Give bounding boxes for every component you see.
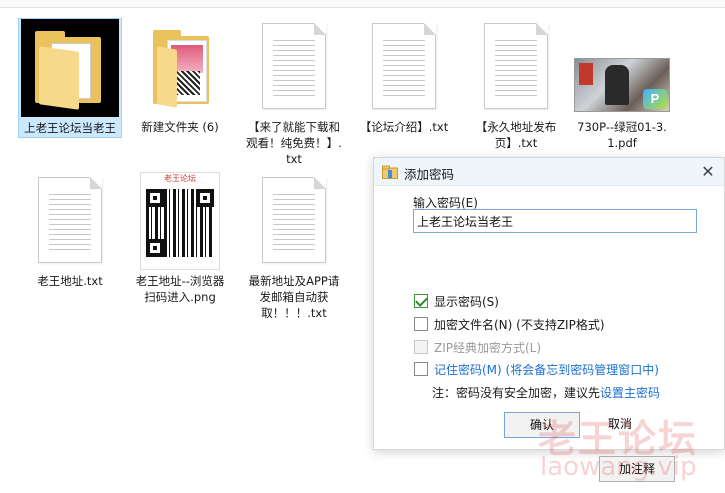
file-item-txt-intro[interactable]: 【论坛介绍】.txt [352, 18, 456, 136]
encrypt-filenames-checkbox[interactable]: 加密文件名(N) (不支持ZIP格式) [414, 315, 605, 333]
file-item-txt-free[interactable]: 【来了就能下载和观看！纯免费！】.txt [242, 18, 346, 168]
file-item-png-qr[interactable]: 老王论坛 老王地址--浏览器扫码进入.png [128, 172, 232, 306]
file-item-folder-laowang[interactable]: 上老王论坛当老王 [18, 18, 122, 138]
pdf-app-icon: P [643, 89, 667, 109]
file-name: 【永久地址发布页】.txt [475, 120, 557, 150]
dialog-title-bar: 添加密码 ✕ [374, 158, 724, 186]
qr-code-icon [146, 189, 214, 257]
file-name: 老王地址--浏览器扫码进入.png [135, 274, 225, 304]
watermark-url: laowang.vip [540, 452, 697, 482]
close-icon[interactable]: ✕ [698, 162, 718, 182]
qr-code-thumbnail: 老王论坛 [128, 172, 232, 272]
checkbox-icon [414, 317, 428, 331]
password-input[interactable] [413, 209, 697, 233]
text-file-icon [242, 18, 346, 118]
qr-header-text: 老王论坛 [164, 174, 196, 183]
checkbox-icon [414, 362, 428, 376]
note-text: 注：密码没有安全加密，建议先 [432, 386, 601, 400]
file-name: 【来了就能下载和观看！纯免费！】.txt [246, 120, 342, 166]
folder-icon [19, 19, 121, 119]
add-password-dialog: 添加密码 ✕ 输入密码(E) 显示密码(S) 加密文件名(N) (不支持ZIP格… [373, 157, 725, 450]
file-name: 老王地址.txt [37, 274, 103, 288]
remember-password-checkbox[interactable]: 记住密码(M) (将会备忘到密码管理窗口中) [414, 360, 659, 378]
file-item-txt-address-page[interactable]: 【永久地址发布页】.txt [464, 18, 568, 152]
checkbox-label: ZIP经典加密方式(L) [434, 340, 542, 355]
file-name: 【论坛介绍】.txt [359, 120, 449, 134]
folder-icon [128, 18, 232, 118]
checkbox-label: 记住密码(M) (将会备忘到密码管理窗口中) [434, 362, 659, 377]
show-password-checkbox[interactable]: 显示密码(S) [414, 292, 499, 310]
pdf-thumbnail: P [570, 58, 674, 118]
set-master-password-link[interactable]: 设置主密码 [600, 386, 660, 400]
file-item-txt-laowang-address[interactable]: 老王地址.txt [18, 172, 122, 290]
archive-icon [382, 165, 398, 179]
window-top-edge [0, 0, 725, 8]
security-note: 注：密码没有安全加密，建议先设置主密码 [432, 384, 660, 401]
file-name: 新建文件夹 (6) [141, 120, 219, 134]
checkbox-label: 加密文件名(N) (不支持ZIP格式) [434, 317, 605, 332]
file-item-pdf[interactable]: P 730P--绿冠01-3.1.pdf [570, 58, 674, 152]
checkbox-icon [414, 340, 428, 354]
checkbox-checked-icon [414, 294, 428, 308]
text-file-icon [18, 172, 122, 272]
text-file-icon [464, 18, 568, 118]
checkbox-label: 显示密码(S) [434, 294, 499, 309]
file-item-folder-new[interactable]: 新建文件夹 (6) [128, 18, 232, 136]
file-name: 730P--绿冠01-3.1.pdf [577, 120, 667, 150]
dialog-title: 添加密码 [404, 167, 455, 182]
file-name: 上老王论坛当老王 [24, 121, 116, 135]
file-name: 最新地址及APP请发邮箱自动获取！！！.txt [248, 274, 340, 320]
file-item-txt-latest-address[interactable]: 最新地址及APP请发邮箱自动获取！！！.txt [242, 172, 346, 322]
text-file-icon [242, 172, 346, 272]
zip-classic-encryption-checkbox: ZIP经典加密方式(L) [414, 338, 541, 356]
text-file-icon [352, 18, 456, 118]
